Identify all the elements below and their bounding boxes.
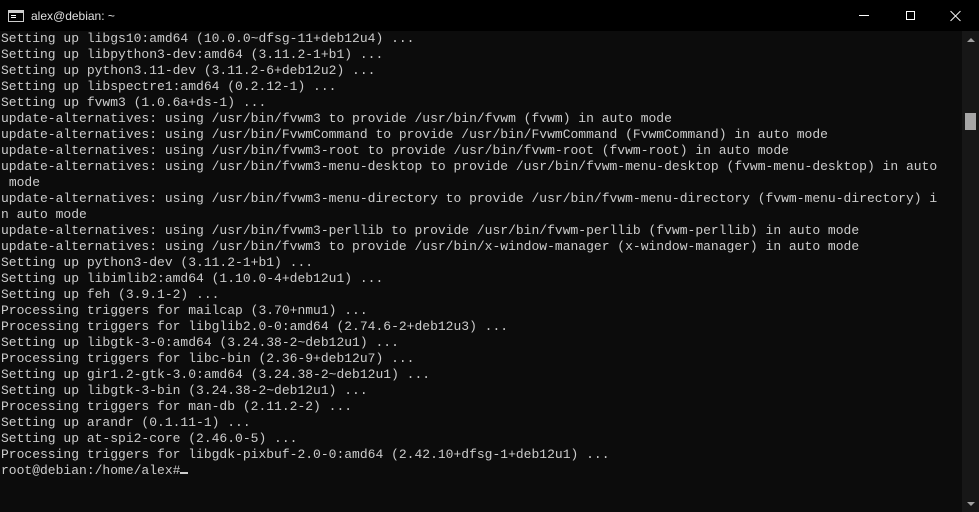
output-line: Setting up libgtk-3-0:amd64 (3.24.38-2~d… — [1, 335, 399, 350]
title-bar[interactable]: alex@debian: ~ — [0, 0, 979, 31]
minimize-button[interactable] — [841, 0, 887, 31]
text-cursor — [180, 472, 189, 474]
terminal-output: Setting up libgs10:amd64 (10.0.0~dfsg-11… — [0, 31, 962, 479]
output-line: Setting up gir1.2-gtk-3.0:amd64 (3.24.38… — [1, 367, 431, 382]
maximize-button[interactable] — [887, 0, 933, 31]
output-line: update-alternatives: using /usr/bin/fvwm… — [1, 191, 938, 222]
output-line: Setting up python3.11-dev (3.11.2-6+deb1… — [1, 63, 376, 78]
output-line: update-alternatives: using /usr/bin/fvwm… — [1, 239, 860, 254]
output-line: Processing triggers for libgdk-pixbuf-2.… — [1, 447, 610, 462]
maximize-icon — [905, 11, 915, 20]
output-line: Setting up python3-dev (3.11.2-1+b1) ... — [1, 255, 314, 270]
output-line: Setting up libpython3-dev:amd64 (3.11.2-… — [1, 47, 384, 62]
scroll-up-button[interactable] — [962, 31, 979, 48]
shell-prompt: root@debian:/home/alex# — [1, 463, 181, 478]
arrow-up-icon — [966, 37, 975, 42]
window-controls — [841, 0, 979, 31]
window-title: alex@debian: ~ — [31, 8, 115, 23]
output-line: update-alternatives: using /usr/bin/fvwm… — [1, 143, 789, 158]
close-icon — [950, 10, 962, 22]
terminal-output-area[interactable]: Setting up libgs10:amd64 (10.0.0~dfsg-11… — [0, 31, 962, 512]
vertical-scrollbar[interactable] — [962, 31, 979, 512]
output-line: update-alternatives: using /usr/bin/fvwm… — [1, 111, 672, 126]
output-line: Processing triggers for mailcap (3.70+nm… — [1, 303, 368, 318]
scrollbar-thumb[interactable] — [965, 113, 976, 130]
output-line: Setting up at-spi2-core (2.46.0-5) ... — [1, 431, 298, 446]
output-line: Processing triggers for man-db (2.11.2-2… — [1, 399, 353, 414]
output-line: Setting up libimlib2:amd64 (1.10.0-4+deb… — [1, 271, 384, 286]
output-line: update-alternatives: using /usr/bin/fvwm… — [1, 223, 860, 238]
output-line: Setting up arandr (0.1.11-1) ... — [1, 415, 251, 430]
output-line: Processing triggers for libc-bin (2.36-9… — [1, 351, 415, 366]
minimize-icon — [859, 15, 869, 16]
output-line: update-alternatives: using /usr/bin/fvwm… — [1, 159, 938, 190]
output-line: Setting up libspectre1:amd64 (0.2.12-1) … — [1, 79, 337, 94]
output-line: Processing triggers for libglib2.0-0:amd… — [1, 319, 509, 334]
output-line: Setting up fvwm3 (1.0.6a+ds-1) ... — [1, 95, 267, 110]
command-prompt-line[interactable]: root@debian:/home/alex# — [1, 463, 962, 479]
output-line: Setting up libgs10:amd64 (10.0.0~dfsg-11… — [1, 31, 415, 46]
output-line: update-alternatives: using /usr/bin/Fvwm… — [1, 127, 828, 142]
terminal-window: alex@debian: ~ Setting up libgs10:amd64 … — [0, 0, 979, 512]
scroll-down-button[interactable] — [962, 495, 979, 512]
arrow-down-icon — [966, 501, 975, 506]
output-line: Setting up feh (3.9.1-2) ... — [1, 287, 220, 302]
console-icon[interactable] — [8, 9, 24, 22]
close-button[interactable] — [933, 0, 979, 31]
output-line: Setting up libgtk-3-bin (3.24.38-2~deb12… — [1, 383, 368, 398]
